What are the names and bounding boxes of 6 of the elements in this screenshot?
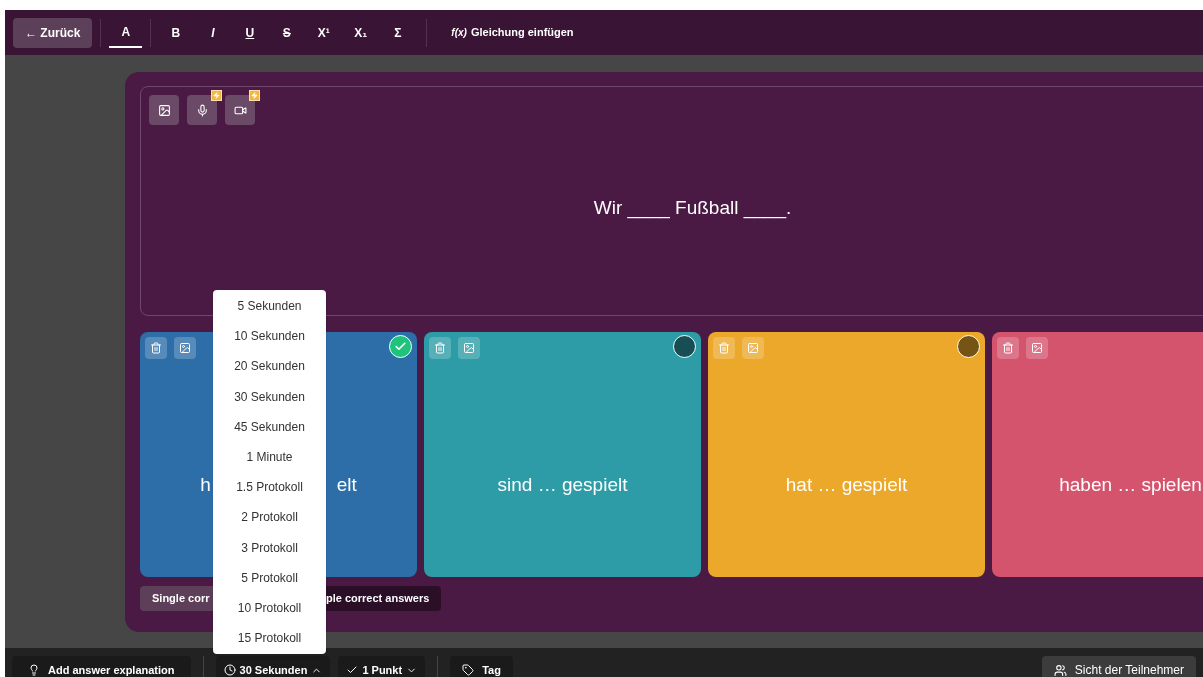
- question-text: Wir ____ Fußball ____.: [593, 195, 792, 221]
- answer-text: hat … gespielt: [785, 473, 908, 498]
- answer-text: h: [200, 473, 211, 498]
- answer-text: elt: [336, 473, 357, 498]
- answer-text: sind … gespielt: [497, 473, 628, 498]
- answer-text: haben … spielen: [1059, 473, 1202, 498]
